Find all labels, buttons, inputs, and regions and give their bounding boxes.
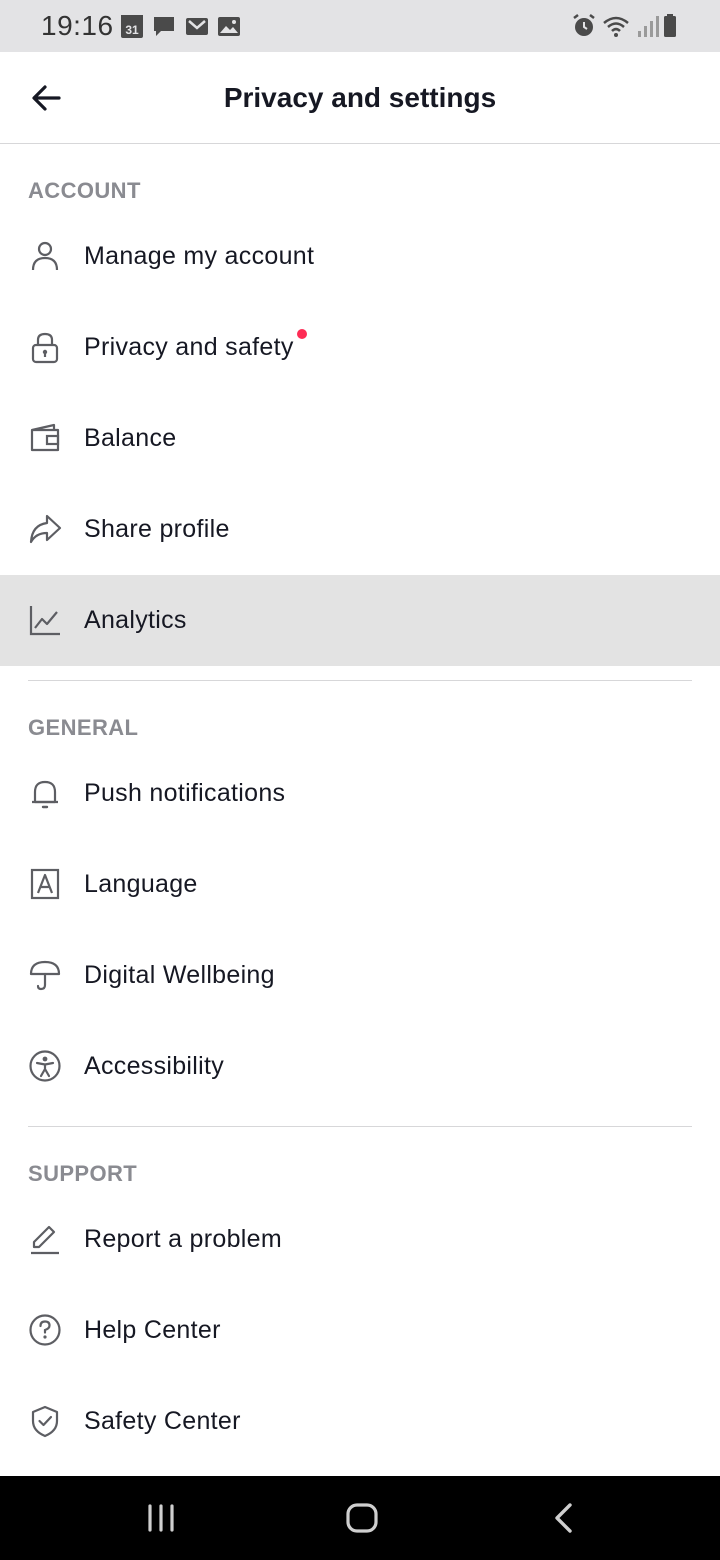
settings-item-label: Report a problem	[84, 1225, 282, 1253]
settings-item-balance[interactable]: Balance	[0, 393, 720, 484]
settings-item-label: Balance	[84, 424, 177, 452]
settings-item-accessibility[interactable]: Accessibility	[0, 1021, 720, 1112]
settings-item-label: Language	[84, 870, 198, 898]
alarm-icon	[571, 12, 597, 40]
gallery-icon	[216, 12, 242, 40]
recent-apps-icon	[148, 1504, 174, 1532]
system-back-button[interactable]	[534, 1494, 594, 1542]
status-time: 19:16	[41, 10, 114, 41]
settings-item-push-notifications[interactable]: Push notifications	[0, 748, 720, 839]
wifi-icon	[603, 12, 629, 40]
calendar-day-text: 31	[125, 23, 139, 37]
wallet-icon	[28, 421, 62, 455]
settings-item-safety-center[interactable]: Safety Center	[0, 1376, 720, 1467]
calendar-icon: 31	[119, 12, 145, 40]
settings-item-label: Push notifications	[84, 779, 286, 807]
settings-item-label: Accessibility	[84, 1052, 225, 1080]
settings-item-manage-account[interactable]: Manage my account	[0, 211, 720, 302]
settings-item-analytics[interactable]: Analytics	[0, 575, 720, 666]
section-title-account: ACCOUNT	[28, 178, 141, 203]
settings-item-label: Safety Center	[84, 1407, 241, 1435]
home-button[interactable]	[332, 1494, 392, 1542]
system-nav-bar	[0, 1476, 720, 1560]
nav-back-icon	[555, 1503, 572, 1533]
lock-icon	[28, 330, 62, 364]
section-title-general: GENERAL	[28, 715, 139, 740]
settings-item-label: Share profile	[84, 515, 230, 543]
share-icon	[28, 512, 62, 546]
section-divider	[28, 1126, 692, 1127]
umbrella-icon	[28, 958, 62, 992]
accessibility-icon	[28, 1049, 62, 1083]
settings-item-report-problem[interactable]: Report a problem	[0, 1194, 720, 1285]
person-icon	[28, 239, 62, 273]
settings-item-label: Analytics	[84, 606, 187, 634]
settings-item-privacy-safety[interactable]: Privacy and safety	[0, 302, 720, 393]
help-icon	[28, 1313, 62, 1347]
back-arrow-icon	[32, 85, 61, 111]
settings-item-digital-wellbeing[interactable]: Digital Wellbeing	[0, 930, 720, 1021]
settings-item-label: Manage my account	[84, 242, 315, 270]
status-bar: 19:16 31	[0, 0, 720, 52]
settings-item-label-wrap: Privacy and safety	[84, 329, 307, 362]
section-divider	[28, 680, 692, 681]
bell-icon	[28, 776, 62, 810]
pencil-icon	[28, 1222, 62, 1256]
notification-badge-dot	[296, 329, 307, 339]
analytics-icon	[28, 603, 62, 637]
settings-item-label: Digital Wellbeing	[84, 961, 275, 989]
page-title: Privacy and settings	[223, 82, 497, 113]
app-header: Privacy and settings	[0, 52, 720, 144]
recent-apps-button[interactable]	[131, 1494, 191, 1542]
settings-item-label: Privacy and safety	[84, 333, 294, 361]
battery-icon	[661, 12, 687, 40]
message-icon	[151, 12, 177, 40]
settings-item-language[interactable]: Language	[0, 839, 720, 930]
language-icon	[28, 867, 62, 901]
settings-item-label: Help Center	[84, 1316, 221, 1344]
signal-icon	[635, 12, 661, 40]
home-icon	[346, 1503, 378, 1533]
settings-item-help-center[interactable]: Help Center	[0, 1285, 720, 1376]
settings-item-share-profile[interactable]: Share profile	[0, 484, 720, 575]
back-button[interactable]	[18, 72, 76, 124]
shield-icon	[28, 1404, 62, 1438]
gmail-icon	[184, 12, 210, 40]
section-title-support: SUPPORT	[28, 1161, 138, 1186]
